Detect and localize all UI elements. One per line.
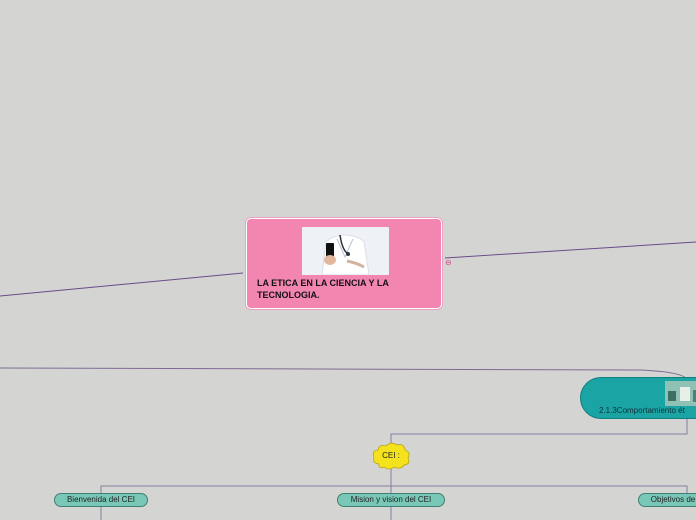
connector-left <box>0 272 244 297</box>
collapse-icon[interactable]: ⊖ <box>445 258 452 267</box>
child-node-bienvenida[interactable]: Bienvenida del CEI <box>54 493 148 507</box>
doctor-with-phone-image <box>302 227 389 275</box>
connector-right <box>444 241 696 259</box>
connector-to-subtopic <box>0 367 688 381</box>
central-topic-title: LA ETICA EN LA CIENCIA Y LA TECNOLOGIA. <box>257 278 389 300</box>
subtopic-node[interactable]: 2.1.3Comportamiento ét <box>580 377 696 419</box>
connector-subtopic-to-cloud <box>390 418 688 445</box>
subtopic-label: 2.1.3Comportamiento ét <box>599 406 685 415</box>
classroom-thumbnail-image <box>665 381 696 406</box>
cloud-node[interactable]: CEI : <box>371 442 411 470</box>
child-node-objetivos[interactable]: Objetivos de <box>638 493 696 507</box>
central-topic-node[interactable]: LA ETICA EN LA CIENCIA Y LA TECNOLOGIA. <box>246 218 442 309</box>
connector-children-bar <box>100 485 688 493</box>
child-node-mision-vision[interactable]: Mision y vision del CEI <box>337 493 445 507</box>
cloud-label: CEI : <box>382 451 400 460</box>
